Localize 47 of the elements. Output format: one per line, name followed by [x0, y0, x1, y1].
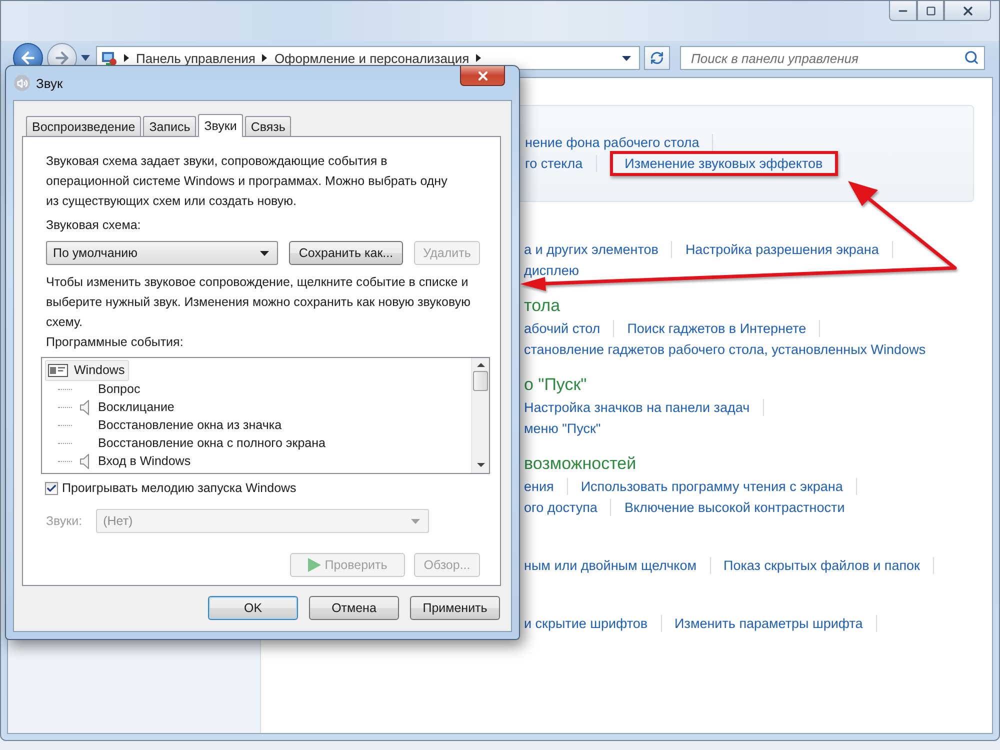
dialog-button[interactable]: OK: [208, 596, 298, 620]
tab[interactable]: Звуки: [198, 114, 243, 137]
tab[interactable]: Запись: [143, 116, 196, 136]
task-link[interactable]: а и других элементов: [524, 242, 658, 257]
breadcrumb[interactable]: Оформление и персонализация: [274, 50, 470, 66]
scheme-button[interactable]: Сохранить как...: [289, 241, 403, 265]
task-link[interactable]: абочий стол: [524, 321, 600, 336]
task-link[interactable]: Настройка значков на панели задач: [524, 400, 750, 415]
task-link[interactable]: ого доступа: [524, 500, 598, 515]
tree-item[interactable]: Windows: [45, 360, 129, 380]
task-link[interactable]: Использовать программу чтения с экрана: [580, 479, 843, 494]
tree-item[interactable]: Восклицание: [96, 400, 176, 414]
task-link[interactable]: Изменить параметры шрифта: [674, 616, 863, 631]
tree-item[interactable]: Вопрос: [96, 382, 142, 396]
tree-item[interactable]: Восстановление окна с полного экрана: [96, 436, 328, 450]
task-link[interactable]: становление гаджетов рабочего стола, установленных Windows: [524, 342, 926, 357]
task-link[interactable]: нение фона рабочего стола: [525, 135, 700, 150]
task-link[interactable]: Включение высокой контрастности: [624, 500, 845, 515]
task-link[interactable]: дисплею: [524, 263, 579, 278]
tab[interactable]: Воспроизведение: [26, 116, 142, 136]
task-link[interactable]: го стекла: [525, 156, 583, 171]
dialog-title: Звук: [36, 76, 63, 91]
field-label: Звуковая схема:: [46, 217, 142, 234]
task-link[interactable]: Изменение звуковых эффектов: [610, 151, 838, 176]
task-link[interactable]: ения: [524, 479, 554, 494]
instruction-text: Чтобы изменить звуковое сопровождение, щелкните событие в списке и выберите нужный звук. Изменения можно сохранить как новую звуковую схему.: [46, 274, 472, 331]
tab[interactable]: Связь: [244, 116, 292, 136]
task-link[interactable]: Поиск гаджетов в Интернете: [627, 321, 806, 336]
field-label: Программные события:: [46, 334, 184, 351]
task-link[interactable]: ным или двойным щелчком: [524, 558, 697, 573]
task-link[interactable]: меню "Пуск": [524, 421, 601, 436]
category-link[interactable]: о "Пуск": [524, 375, 587, 395]
task-link[interactable]: Показ скрытых файлов и папок: [724, 558, 920, 573]
search-field[interactable]: Поиск в панели управления: [680, 46, 985, 70]
category-link[interactable]: тола: [524, 296, 560, 316]
breadcrumb[interactable]: Панель управления: [136, 50, 256, 66]
scheme-select[interactable]: По умолчанию: [46, 241, 278, 265]
checkbox-label: Проигрывать мелодию запуска Windows: [62, 481, 296, 495]
dialog-button[interactable]: Отмена: [309, 596, 399, 620]
tree-item[interactable]: Вход в Windows: [96, 454, 193, 468]
dialog-button[interactable]: Применить: [410, 596, 500, 620]
tree-item[interactable]: Восстановление окна из значка: [96, 418, 284, 432]
task-link[interactable]: и скрытие шрифтов: [524, 616, 648, 631]
category-link[interactable]: возможностей: [524, 454, 636, 474]
description-text: Звуковая схема задает звуки, сопровождающие события в операционной системе Windows и программах. Можно выбрать одну из существующих схем или создать новую.: [46, 153, 448, 210]
field-label: Звуки:: [46, 512, 82, 530]
task-link[interactable]: Настройка разрешения экрана: [685, 242, 879, 257]
